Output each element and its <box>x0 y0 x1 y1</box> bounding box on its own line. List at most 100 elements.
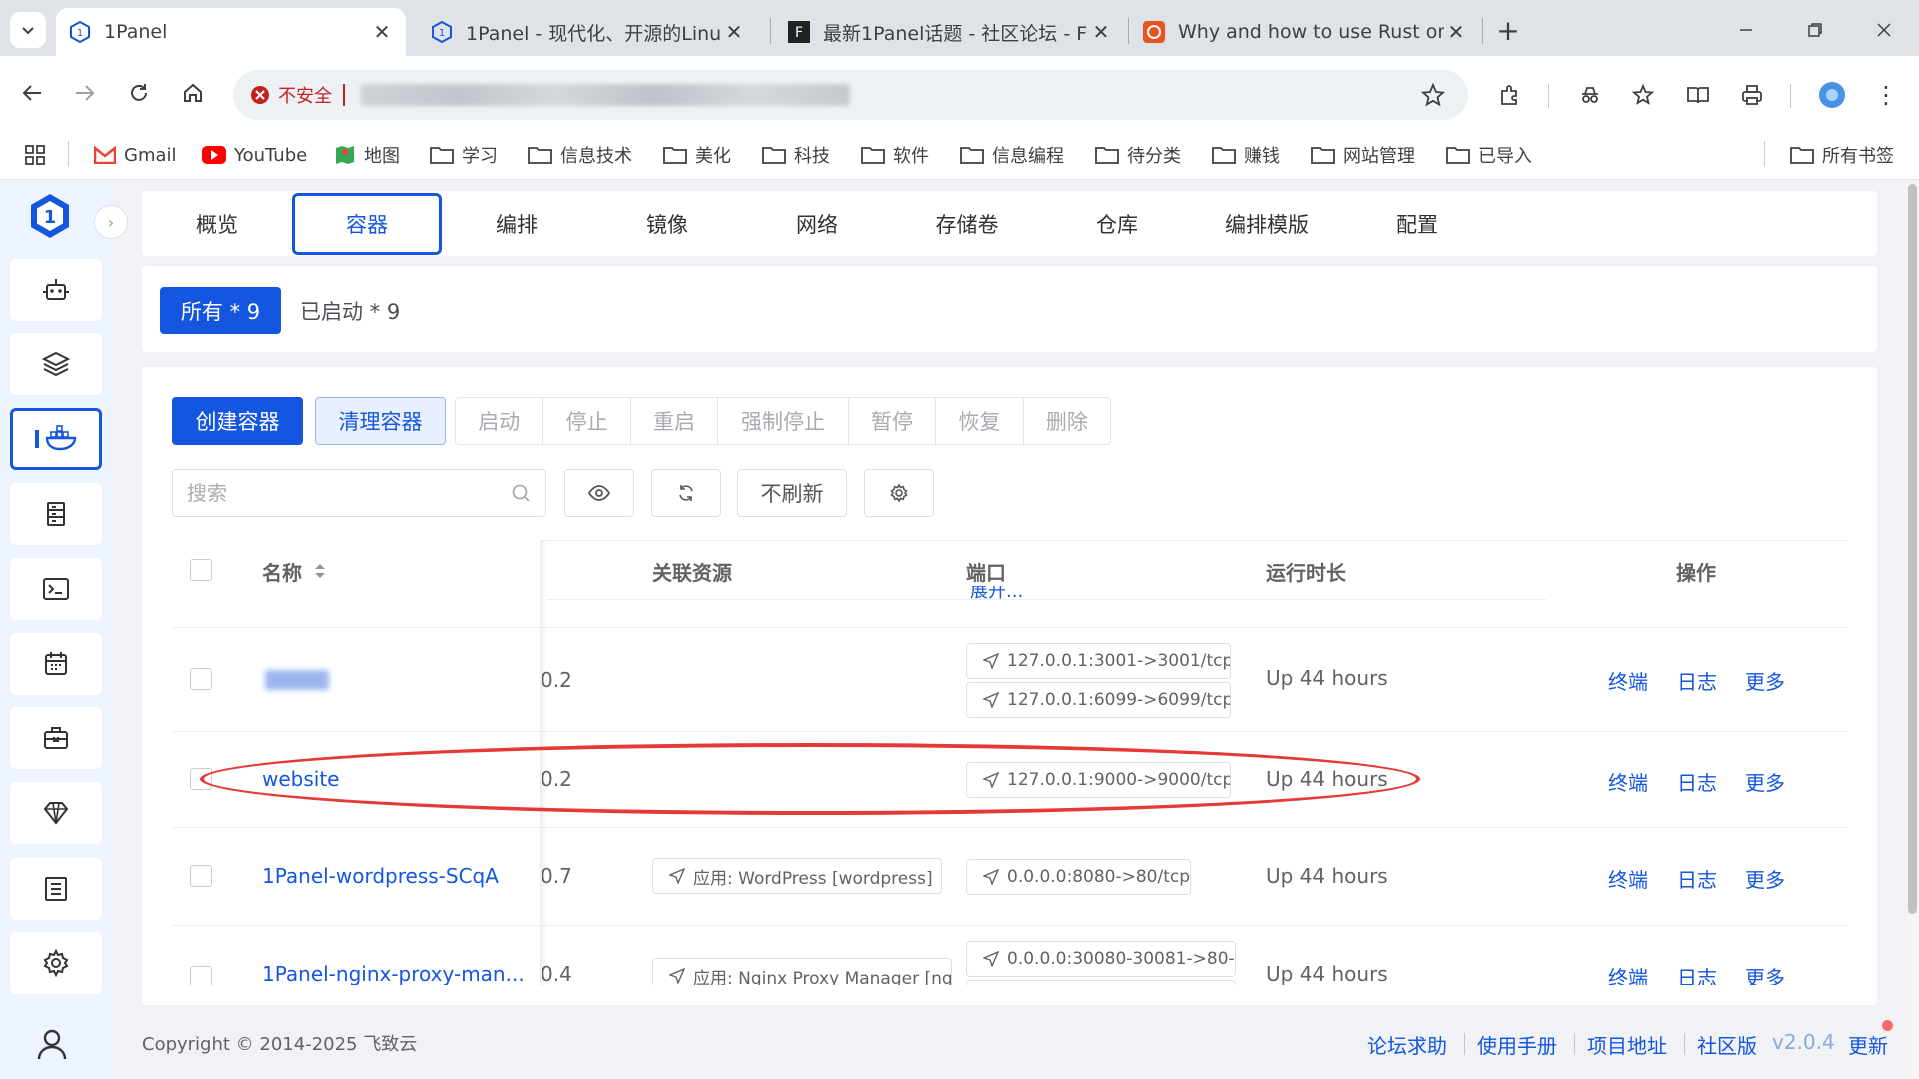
bookmark-gmail[interactable]: Gmail <box>94 138 177 172</box>
tab-config[interactable]: 配置 <box>1342 191 1492 256</box>
tab-volumes[interactable]: 存储卷 <box>892 191 1042 256</box>
filter-running-button[interactable]: 已启动 * 9 <box>300 287 400 334</box>
stop-button[interactable]: 停止 <box>543 398 631 444</box>
bookmark-folder[interactable]: 科技 <box>762 138 830 172</box>
logs-link[interactable]: 日志 <box>1677 666 1717 695</box>
bookmark-maps[interactable]: 地图 <box>334 138 400 172</box>
terminal-link[interactable]: 终端 <box>1608 864 1648 893</box>
bookmark-folder[interactable]: 待分类 <box>1095 138 1181 172</box>
favorites-icon[interactable] <box>1626 77 1662 113</box>
auto-refresh-select[interactable]: 不刷新 <box>737 469 847 517</box>
bookmark-folder[interactable]: 信息技术 <box>528 138 632 172</box>
apps-grid-icon[interactable] <box>24 138 46 172</box>
back-arrow-icon[interactable] <box>14 75 50 111</box>
sidebar-item-containers[interactable] <box>10 408 102 470</box>
resource-tag[interactable]: 应用: Nginx Proxy Manager [ngi <box>652 958 952 985</box>
logs-link[interactable]: 日志 <box>1677 962 1717 985</box>
column-settings-button[interactable] <box>864 469 934 517</box>
scrollbar-thumb[interactable] <box>1908 184 1917 914</box>
restore-icon[interactable] <box>1797 12 1833 48</box>
row-checkbox[interactable] <box>190 668 212 690</box>
create-container-button[interactable]: 创建容器 <box>172 397 303 445</box>
window-close-icon[interactable] <box>1866 12 1902 48</box>
browser-tab-forum[interactable]: F 最新1Panel话题 - 社区论坛 - F ✕ <box>775 8 1125 56</box>
delete-button[interactable]: 删除 <box>1024 398 1110 444</box>
user-icon[interactable] <box>34 1026 70 1062</box>
bookmark-folder[interactable]: 学习 <box>430 138 498 172</box>
header-name[interactable]: 名称 <box>262 540 328 602</box>
bookmark-folder[interactable]: 信息编程 <box>960 138 1064 172</box>
filter-all-button[interactable]: 所有 * 9 <box>160 287 281 334</box>
bookmark-folder[interactable]: 软件 <box>861 138 929 172</box>
terminal-link[interactable]: 终端 <box>1608 767 1648 796</box>
more-link[interactable]: 更多 <box>1745 666 1785 695</box>
search-box[interactable] <box>172 469 546 517</box>
security-indicator[interactable]: 不安全 <box>250 81 332 109</box>
clean-containers-button[interactable]: 清理容器 <box>315 397 446 445</box>
tab-compose[interactable]: 编排 <box>442 191 592 256</box>
close-icon[interactable]: ✕ <box>1444 20 1468 44</box>
port-tag[interactable]: 0.0.0.0:8080->80/tcp <box>966 859 1191 895</box>
pause-button[interactable]: 暂停 <box>849 398 937 444</box>
minimize-icon[interactable] <box>1728 12 1764 48</box>
forward-arrow-icon[interactable] <box>67 75 103 111</box>
more-link[interactable]: 更多 <box>1745 864 1785 893</box>
port-tag[interactable]: 127.0.0.1:6099->6099/tcp <box>966 682 1231 718</box>
sidebar-item-toolbox[interactable] <box>10 707 102 769</box>
sidebar-item-logs[interactable] <box>10 858 102 920</box>
reload-icon[interactable] <box>121 75 157 111</box>
incognito-icon[interactable] <box>1572 77 1608 113</box>
search-input[interactable] <box>187 481 511 505</box>
sidebar-item-ai[interactable] <box>10 259 102 321</box>
row-checkbox[interactable] <box>190 865 212 887</box>
1panel-logo-icon[interactable]: 1 <box>28 192 72 240</box>
logs-link[interactable]: 日志 <box>1677 864 1717 893</box>
sort-icon[interactable] <box>312 561 328 581</box>
bookmark-folder[interactable]: 已导入 <box>1446 138 1532 172</box>
start-button[interactable]: 启动 <box>456 398 544 444</box>
sidebar-item-xpack[interactable] <box>10 782 102 844</box>
container-name-link[interactable]: 1Panel-wordpress-SCqA <box>262 864 499 888</box>
update-link[interactable]: 更新 <box>1848 1030 1888 1059</box>
restart-button[interactable]: 重启 <box>631 398 719 444</box>
more-link[interactable]: 更多 <box>1745 962 1785 985</box>
resource-tag[interactable]: 应用: WordPress [wordpress] <box>652 858 942 894</box>
extensions-icon[interactable] <box>1492 77 1528 113</box>
expand-link[interactable]: 展开... <box>970 586 1023 604</box>
bookmark-star-icon[interactable] <box>1415 77 1451 113</box>
row-checkbox[interactable] <box>190 966 212 985</box>
tab-networks[interactable]: 网络 <box>742 191 892 256</box>
refresh-button[interactable] <box>651 469 721 517</box>
bookmark-folder[interactable]: 美化 <box>663 138 731 172</box>
close-icon[interactable]: ✕ <box>1089 20 1113 44</box>
browser-tab-1panel[interactable]: 1 1Panel ✕ <box>56 8 406 56</box>
new-tab-button[interactable]: + <box>1490 12 1526 48</box>
terminal-link[interactable]: 终端 <box>1608 962 1648 985</box>
force-stop-button[interactable]: 强制停止 <box>718 398 849 444</box>
select-all-checkbox[interactable] <box>190 559 212 581</box>
tab-compose-templates[interactable]: 编排模版 <box>1192 191 1342 256</box>
browser-tab-1panel-home[interactable]: 1 1Panel - 现代化、开源的Linux ✕ <box>418 8 758 56</box>
port-tag[interactable] <box>966 980 1236 985</box>
logs-link[interactable]: 日志 <box>1677 767 1717 796</box>
browser-tab-rust[interactable]: Why and how to use Rust on ✕ <box>1130 8 1480 56</box>
manual-link[interactable]: 使用手册 <box>1477 1030 1557 1059</box>
bookmark-folder[interactable]: 网站管理 <box>1311 138 1415 172</box>
resume-button[interactable]: 恢复 <box>936 398 1024 444</box>
toggle-visibility-button[interactable] <box>564 469 634 517</box>
more-link[interactable]: 更多 <box>1745 767 1785 796</box>
close-icon[interactable]: ✕ <box>370 20 394 44</box>
sidebar-item-settings[interactable] <box>10 932 102 994</box>
project-link[interactable]: 项目地址 <box>1587 1030 1667 1059</box>
print-icon[interactable] <box>1734 77 1770 113</box>
port-tag[interactable]: 0.0.0.0:30080-30081->80-8... <box>966 941 1236 977</box>
forum-help-link[interactable]: 论坛求助 <box>1367 1030 1447 1059</box>
bookmark-folder[interactable]: 赚钱 <box>1212 138 1280 172</box>
bookmark-youtube[interactable]: YouTube <box>202 138 307 172</box>
tab-repositories[interactable]: 仓库 <box>1042 191 1192 256</box>
tab-search-button[interactable] <box>10 12 46 48</box>
container-name-redacted[interactable] <box>265 670 329 690</box>
sidebar-expand-button[interactable]: › <box>94 205 128 239</box>
reading-view-icon[interactable] <box>1680 77 1716 113</box>
tab-images[interactable]: 镜像 <box>592 191 742 256</box>
